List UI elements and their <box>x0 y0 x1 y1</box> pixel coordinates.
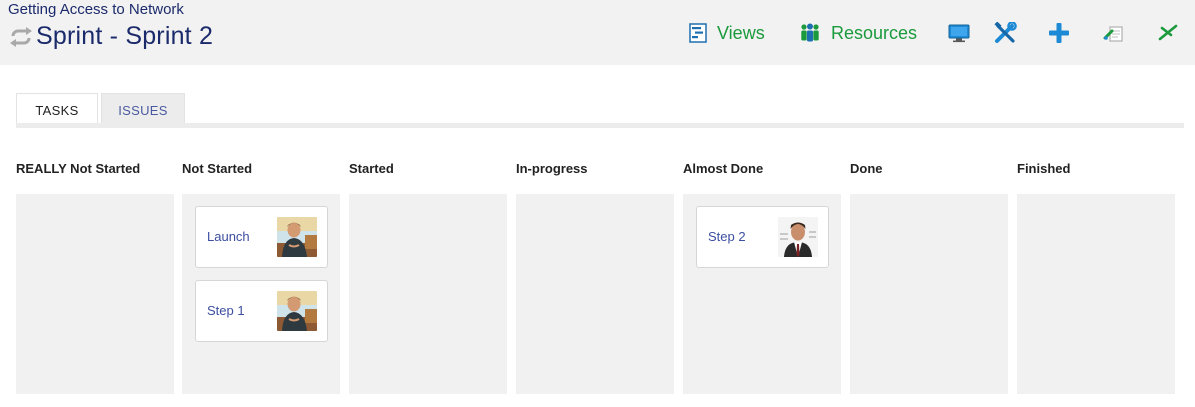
tab-issues[interactable]: ISSUES <box>101 93 185 127</box>
user-avatar-outdoor[interactable] <box>277 217 317 257</box>
column-header-almost-done: Almost Done <box>683 161 764 176</box>
tools-icon[interactable] <box>993 18 1017 48</box>
user-avatar-office[interactable] <box>778 217 818 257</box>
column-header-done: Done <box>850 161 883 176</box>
task-card-label: Step 2 <box>708 229 746 244</box>
column-header-in-progress: In-progress <box>516 161 588 176</box>
user-avatar-outdoor[interactable] <box>277 291 317 331</box>
task-card-step-1[interactable]: Step 1 <box>195 280 328 342</box>
page-header: Getting Access to Network Sprint - Sprin… <box>0 0 1195 65</box>
resources-label: Resources <box>831 22 918 43</box>
tab-tasks[interactable]: TASKS <box>16 93 98 127</box>
column-done[interactable] <box>850 194 1008 394</box>
views-button[interactable]: Views <box>689 18 765 48</box>
toolbar: Views Resources <box>0 18 1195 48</box>
edit-document-icon[interactable] <box>1103 18 1125 48</box>
task-card-label: Launch <box>207 229 250 244</box>
tab-bar: TASKS ISSUES <box>16 93 185 127</box>
column-almost-done[interactable]: Step 2 <box>683 194 841 394</box>
monitor-icon[interactable] <box>948 18 970 48</box>
column-header-started: Started <box>349 161 394 176</box>
tab-divider <box>16 123 1184 128</box>
column-started[interactable] <box>349 194 507 394</box>
column-header-really-not-started: REALLY Not Started <box>16 161 141 176</box>
breadcrumb[interactable]: Getting Access to Network <box>8 1 184 18</box>
task-card-launch[interactable]: Launch <box>195 206 328 268</box>
plus-icon[interactable] <box>1048 18 1070 48</box>
column-really-not-started[interactable] <box>16 194 174 394</box>
views-label: Views <box>717 22 765 43</box>
task-card-label: Step 1 <box>207 303 245 318</box>
column-header-finished: Finished <box>1017 161 1071 176</box>
people-icon <box>799 23 821 43</box>
gantt-views-icon <box>689 23 707 43</box>
column-finished[interactable] <box>1017 194 1175 394</box>
task-card-step-2[interactable]: Step 2 <box>696 206 829 268</box>
column-in-progress[interactable] <box>516 194 674 394</box>
column-not-started[interactable]: Launch Step 1 <box>182 194 340 394</box>
column-header-not-started: Not Started <box>182 161 253 176</box>
close-icon[interactable] <box>1157 18 1179 48</box>
resources-button[interactable]: Resources <box>799 18 917 48</box>
